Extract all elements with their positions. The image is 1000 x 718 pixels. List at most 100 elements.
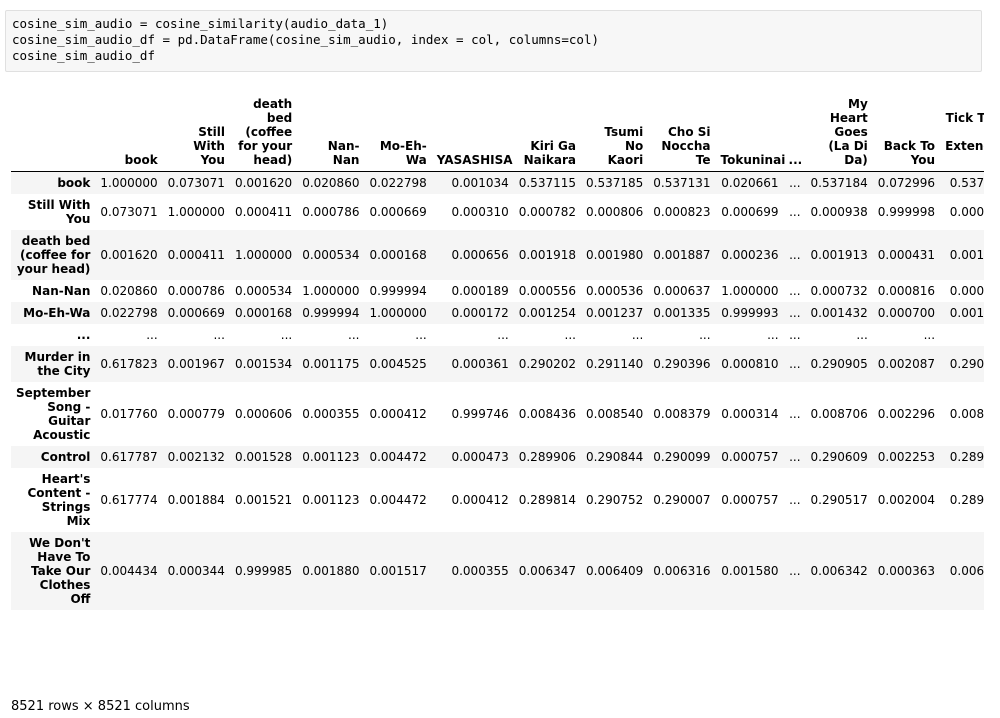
table-row: Still With You 0.073071 1.000000 0.000411 0.…	[11, 194, 984, 230]
table-cell: 0.290844	[586, 450, 644, 464]
table-cell: ...	[789, 564, 801, 578]
column-header: YASASHISA	[436, 153, 513, 167]
table-cell: 0.289906	[518, 450, 576, 464]
table-row: book 1.000000 0.073071 0.001620 0.020860 0.02…	[11, 171, 984, 194]
table-cell: 0.000656	[451, 248, 509, 262]
table-cell: 0.000757	[721, 493, 779, 507]
table-cell: 0.002087	[877, 357, 936, 371]
table-cell: ...	[789, 306, 801, 320]
table-cell: ...	[789, 357, 801, 371]
table-cell: 0.999998	[877, 205, 936, 219]
table-cell: 0.000699	[721, 205, 779, 219]
table-cell: ...	[940, 324, 984, 346]
table-cell: 0.291140	[586, 357, 644, 371]
table-header: book Still With You death bed (coffee for …	[11, 93, 984, 172]
table-cell: 0.537115	[518, 176, 576, 190]
table-cell: 0.000782	[518, 205, 576, 219]
row-index-label: book	[57, 176, 91, 190]
table-row: Nan-Nan 0.020860 0.000786 0.000534 1.000000 0…	[11, 280, 984, 302]
table-cell: 0.290202	[518, 357, 576, 371]
table-cell: 1.000000	[721, 284, 779, 298]
table-cell: 0.000894	[949, 205, 984, 219]
table-cell: 0.017760	[100, 407, 158, 421]
table-cell: 0.000669	[167, 306, 225, 320]
column-header: book	[124, 153, 158, 167]
table-cell: 0.001237	[586, 306, 644, 320]
index-header	[11, 93, 95, 172]
table-cell: ...	[631, 328, 644, 342]
code-cell[interactable]: cosine_sim_audio = cosine_similarity(aud…	[5, 10, 982, 72]
table-cell: 0.000700	[877, 306, 936, 320]
row-index-label: Still With You	[27, 198, 91, 226]
table-cell: 0.000534	[234, 284, 293, 298]
table-cell: ...	[564, 328, 576, 342]
row-index-label: Murder in the City	[24, 350, 91, 378]
table-cell: 0.000168	[234, 306, 293, 320]
table-cell: 0.289894	[949, 493, 984, 507]
table-cell: 0.008379	[653, 407, 711, 421]
table-row: Mo-Eh-Wa 0.022798 0.000669 0.000168 0.999994…	[11, 302, 984, 324]
table-cell: ...	[789, 493, 801, 507]
table-cell: 0.001534	[234, 357, 293, 371]
table-cell: 0.000189	[451, 284, 509, 298]
row-index-label: ...	[76, 328, 91, 342]
table-cell: 0.001887	[653, 248, 711, 262]
table-cell: 0.001980	[586, 248, 644, 262]
table-cell: 0.290905	[810, 357, 868, 371]
column-header: Cho Si Noccha Te	[661, 125, 711, 167]
output-area: book Still With You death bed (coffee for …	[11, 93, 984, 685]
table-cell: 0.001620	[234, 176, 293, 190]
table-row: Control 0.617787 0.002132 0.001528 0.001123 0…	[11, 446, 984, 468]
table-cell: 0.002296	[877, 407, 936, 421]
table-cell: 0.000556	[518, 284, 576, 298]
table-row: ........................................…	[11, 324, 984, 346]
code-line-1[interactable]: cosine_sim_audio = cosine_similarity(aud…	[12, 16, 975, 32]
code-line-2[interactable]: cosine_sim_audio_df = pd.DataFrame(cosin…	[12, 32, 975, 48]
table-cell: 0.000534	[302, 248, 360, 262]
table-cell: 0.008436	[518, 407, 576, 421]
table-cell: 0.000537	[949, 284, 984, 298]
table-cell: 0.000536	[586, 284, 644, 298]
table-cell: 0.000938	[810, 205, 868, 219]
table-cell: ...	[789, 248, 801, 262]
table-cell: 0.020860	[100, 284, 158, 298]
table-cell: 1.000000	[100, 176, 158, 190]
table-cell: ...	[789, 205, 801, 219]
table-cell: ...	[789, 284, 801, 298]
table-cell: 0.020860	[302, 176, 360, 190]
table-cell: 0.001517	[369, 564, 427, 578]
table-cell: 0.073071	[167, 176, 225, 190]
table-cell: 0.000363	[877, 564, 936, 578]
column-header: Tsumi No Kaori	[604, 125, 644, 167]
table-cell: 0.000786	[167, 284, 225, 298]
table-cell: 0.000823	[653, 205, 711, 219]
table-cell: ...	[923, 328, 936, 342]
table-cell: 0.000810	[721, 357, 779, 371]
table-cell: 0.537129	[949, 176, 984, 190]
code-line-3[interactable]: cosine_sim_audio_df	[12, 48, 975, 64]
table-cell: 0.290283	[949, 357, 984, 371]
table-cell: 0.000355	[451, 564, 509, 578]
column-header: Tokuninai	[720, 153, 786, 167]
table-cell: 0.001580	[721, 564, 779, 578]
table-cell: 0.001123	[302, 450, 360, 464]
table-cell: 0.001884	[167, 493, 225, 507]
table-cell: ...	[789, 450, 801, 464]
table-cell: ...	[789, 407, 801, 421]
table-cell: 0.000172	[451, 306, 509, 320]
table-cell: 0.000412	[451, 493, 509, 507]
table-cell: 0.000637	[653, 284, 711, 298]
table-cell: 0.002004	[877, 493, 936, 507]
column-header: death bed (coffee for your head)	[238, 97, 293, 167]
table-cell: 1.000000	[167, 205, 225, 219]
table-cell: 0.000786	[302, 205, 360, 219]
table-cell: 1.000000	[369, 306, 427, 320]
table-cell: 0.001880	[302, 564, 360, 578]
table-cell: ...	[415, 328, 427, 342]
shape-summary: 8521 rows × 8521 columns	[11, 699, 190, 714]
table-cell: 0.289814	[518, 493, 576, 507]
table-cell: ...	[213, 328, 225, 342]
table-cell: 0.000412	[369, 407, 427, 421]
table-cell: 0.000473	[451, 450, 509, 464]
table-cell: 0.001123	[302, 493, 360, 507]
